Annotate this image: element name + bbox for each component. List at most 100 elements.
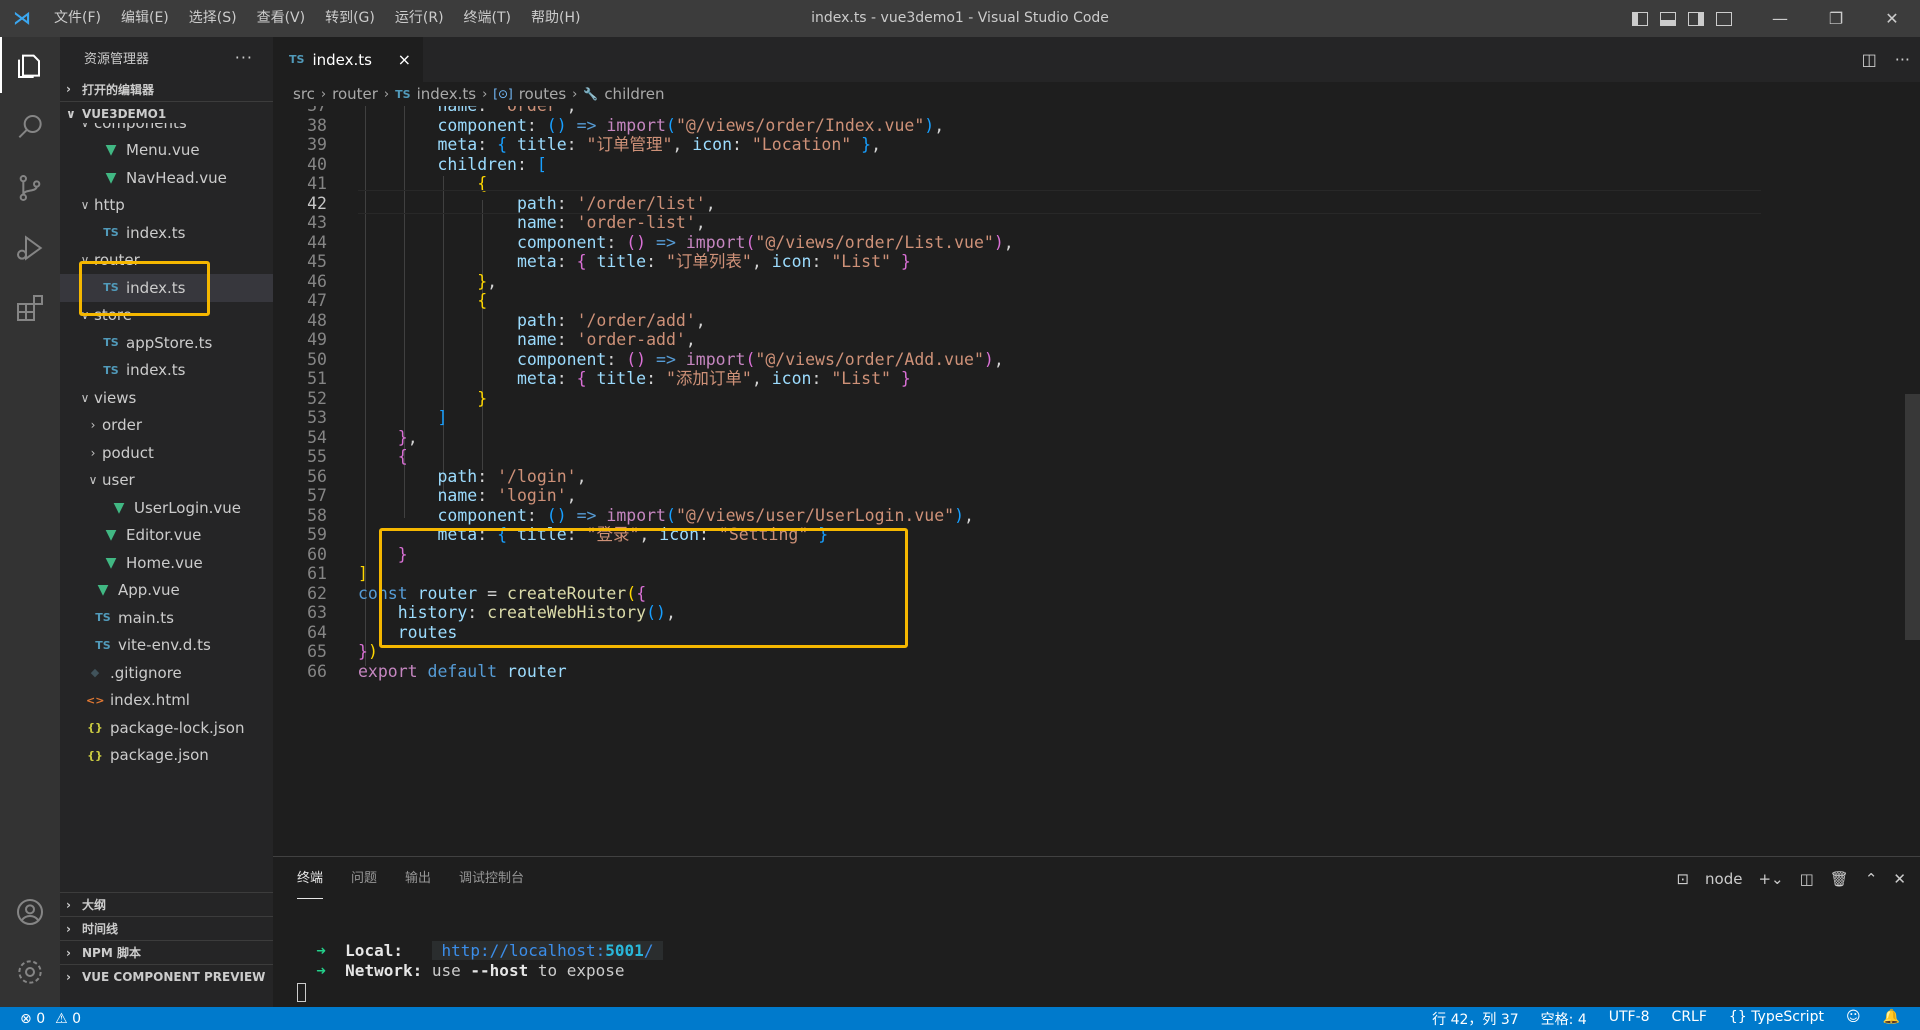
- code-token: default: [427, 661, 498, 681]
- cursor-position[interactable]: 行 42，列 37: [1432, 1009, 1519, 1029]
- line-ending[interactable]: CRLF: [1672, 1009, 1707, 1029]
- file-item[interactable]: TStsconfig.json: [60, 769, 273, 771]
- menu-go[interactable]: 转到(G): [315, 0, 385, 37]
- run-debug-icon[interactable]: [0, 220, 60, 276]
- code-token: title: [596, 369, 647, 388]
- file-item[interactable]: TS vite-env.d.ts: [60, 632, 273, 660]
- tree-item-label: Home.vue: [126, 553, 203, 572]
- outline-section[interactable]: › 大纲: [60, 892, 273, 916]
- menu-help[interactable]: 帮助(H): [521, 0, 590, 37]
- folder-item[interactable]: ∨ user: [60, 467, 273, 495]
- feedback-icon[interactable]: ☺: [1846, 1009, 1861, 1029]
- menu-view[interactable]: 查看(V): [247, 0, 316, 37]
- toggle-secondary-sidebar-icon[interactable]: [1688, 11, 1704, 26]
- menu-run[interactable]: 运行(R): [385, 0, 454, 37]
- file-item[interactable]: ▼ Home.vue: [60, 549, 273, 577]
- file-item[interactable]: ◆ .gitignore: [60, 659, 273, 687]
- vue-preview-label: VUE COMPONENT PREVIEW: [82, 969, 266, 984]
- indentation[interactable]: 空格: 4: [1541, 1009, 1587, 1029]
- warnings-status[interactable]: ⚠ 0: [55, 1011, 81, 1027]
- file-item[interactable]: ▼ NavHead.vue: [60, 164, 273, 192]
- close-tab-icon[interactable]: ×: [398, 50, 411, 69]
- npm-scripts-section[interactable]: › NPM 脚本: [60, 940, 273, 964]
- code-token: ): [954, 505, 965, 525]
- encoding[interactable]: UTF-8: [1609, 1009, 1650, 1029]
- file-item[interactable]: TS index.ts: [60, 219, 273, 247]
- file-item[interactable]: {} package.json: [60, 742, 273, 770]
- file-item[interactable]: {} package-lock.json: [60, 714, 273, 742]
- search-icon[interactable]: [0, 100, 60, 156]
- tab-output[interactable]: 输出: [405, 857, 431, 901]
- vertical-scrollbar[interactable]: [1905, 394, 1920, 640]
- notifications-bell-icon[interactable]: 🔔: [1883, 1009, 1900, 1029]
- project-section[interactable]: ∨ VUE3DEMO1: [60, 101, 273, 125]
- breadcrumb-src[interactable]: src: [293, 85, 315, 103]
- open-editors-section[interactable]: › 打开的编辑器: [60, 77, 273, 101]
- folder-item[interactable]: ∨components: [60, 123, 273, 137]
- vue-preview-section[interactable]: › VUE COMPONENT PREVIEW: [60, 964, 273, 988]
- split-editor-icon[interactable]: ◫: [1862, 50, 1877, 69]
- file-item[interactable]: ▼ App.vue: [60, 577, 273, 605]
- local-url[interactable]: http://localhost:5001/: [431, 941, 664, 960]
- code-token: :: [606, 232, 627, 252]
- breadcrumb-routes[interactable]: routes: [519, 85, 566, 103]
- new-terminal-icon[interactable]: +⌄: [1758, 870, 1783, 888]
- file-item[interactable]: ▼ Menu.vue: [60, 137, 273, 165]
- tab-index-ts[interactable]: TS index.ts ×: [273, 37, 423, 82]
- close-panel-icon[interactable]: ✕: [1893, 870, 1906, 888]
- language-mode[interactable]: {} TypeScript: [1729, 1009, 1824, 1029]
- breadcrumb-file[interactable]: index.ts: [417, 85, 477, 103]
- tab-problems[interactable]: 问题: [351, 857, 377, 901]
- breadcrumb-router[interactable]: router: [332, 85, 378, 103]
- minimize-icon[interactable]: —: [1752, 0, 1808, 37]
- more-actions-icon[interactable]: ···: [1895, 50, 1910, 69]
- terminal-local-line: ➜ Local: http://localhost:5001/: [297, 941, 664, 961]
- timeline-section[interactable]: › 时间线: [60, 916, 273, 940]
- menu-edit[interactable]: 编辑(E): [111, 0, 179, 37]
- customize-layout-icon[interactable]: [1716, 11, 1732, 26]
- chevron-right-icon: ›: [66, 897, 71, 912]
- code-token: :: [556, 193, 577, 213]
- code-token: name: [358, 486, 478, 505]
- code-editor[interactable]: 37 name: 'order',38 component: () => imp…: [273, 106, 1920, 856]
- file-item[interactable]: TS appStore.ts: [60, 329, 273, 357]
- code-token: }: [358, 642, 368, 661]
- tab-debug-console[interactable]: 调试控制台: [459, 857, 524, 901]
- source-control-icon[interactable]: [0, 160, 60, 216]
- breadcrumb-children[interactable]: children: [604, 85, 664, 103]
- folder-item[interactable]: ∨ http: [60, 192, 273, 220]
- errors-status[interactable]: ⊗ 0: [20, 1011, 45, 1027]
- split-terminal-icon[interactable]: ◫: [1800, 870, 1814, 888]
- terminal-shell-name[interactable]: node: [1705, 870, 1742, 888]
- code-token: name: [358, 213, 557, 232]
- explorer-sidebar: 资源管理器 ··· › 打开的编辑器 ∨ VUE3DEMO1 ∨componen…: [60, 37, 273, 1007]
- accounts-icon[interactable]: [0, 884, 60, 940]
- folder-item[interactable]: ∨ views: [60, 384, 273, 412]
- maximize-panel-icon[interactable]: ⌃: [1865, 870, 1878, 888]
- menu-selection[interactable]: 选择(S): [179, 0, 247, 37]
- folder-item[interactable]: › poduct: [60, 439, 273, 467]
- settings-gear-icon[interactable]: [0, 944, 60, 1000]
- vue-file-icon: ▼: [113, 499, 125, 516]
- file-item[interactable]: <> index.html: [60, 687, 273, 715]
- file-item[interactable]: TS main.ts: [60, 604, 273, 632]
- tree-item-label: poduct: [102, 443, 154, 462]
- tab-terminal[interactable]: 终端: [297, 857, 324, 899]
- file-item[interactable]: TS index.ts: [60, 357, 273, 385]
- toggle-sidebar-icon[interactable]: [1632, 11, 1648, 26]
- tab-label: index.ts: [312, 50, 372, 69]
- explorer-icon[interactable]: [0, 37, 60, 93]
- file-item[interactable]: ▼ Editor.vue: [60, 522, 273, 550]
- terminal-cursor-line[interactable]: [297, 982, 306, 1002]
- menu-file[interactable]: 文件(F): [44, 0, 111, 37]
- extensions-icon[interactable]: [0, 280, 60, 336]
- json-file-icon: {}: [87, 721, 103, 735]
- close-window-icon[interactable]: ✕: [1864, 0, 1920, 37]
- toggle-panel-icon[interactable]: [1660, 11, 1676, 26]
- menu-terminal[interactable]: 终端(T): [454, 0, 521, 37]
- file-item[interactable]: ▼ UserLogin.vue: [60, 494, 273, 522]
- folder-item[interactable]: › order: [60, 412, 273, 440]
- kill-terminal-icon[interactable]: 🗑: [1830, 870, 1849, 888]
- more-actions-icon[interactable]: ···: [235, 48, 253, 67]
- restore-icon[interactable]: ❐: [1808, 0, 1864, 37]
